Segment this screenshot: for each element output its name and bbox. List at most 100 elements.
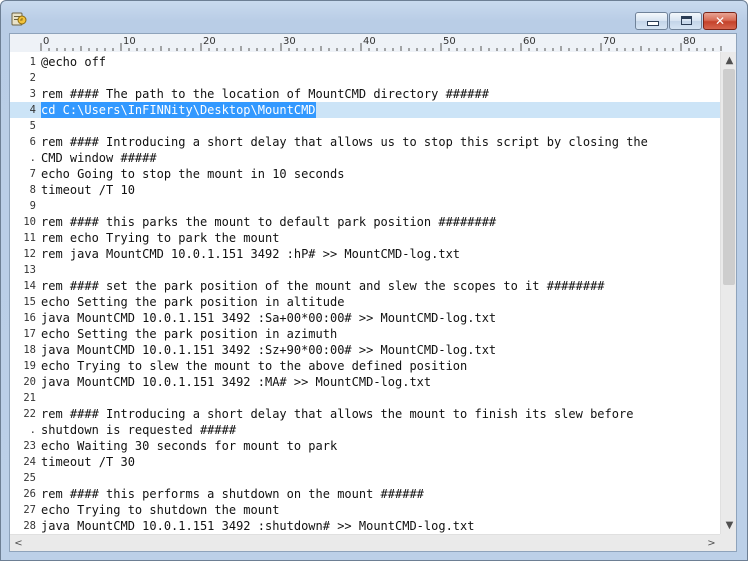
line-number: 4 (29, 104, 36, 116)
code-line[interactable]: 21 (10, 390, 720, 406)
line-text[interactable]: echo Trying to shutdown the mount (41, 502, 279, 518)
line-text[interactable]: java MountCMD 10.0.1.151 3492 :shutdown#… (41, 518, 474, 534)
line-number: 7 (29, 168, 36, 180)
code-line[interactable]: 20 java MountCMD 10.0.1.151 3492 :MA# >> … (10, 374, 720, 390)
line-number: 5 (29, 120, 36, 132)
line-text[interactable]: rem echo Trying to park the mount (41, 230, 279, 246)
line-number: . (29, 152, 36, 164)
line-number: 23 (23, 440, 36, 452)
line-number: 27 (23, 504, 36, 516)
code-line[interactable]: 3 rem #### The path to the location of Mo… (10, 86, 720, 102)
line-number: 28 (23, 520, 36, 532)
code-line[interactable]: 28 java MountCMD 10.0.1.151 3492 :shutdow… (10, 518, 720, 534)
ruler-label: 60 (523, 36, 536, 47)
code-line[interactable]: 10 rem #### this parks the mount to defau… (10, 214, 720, 230)
client-area: 0 10 20 30 40 50 60 70 80 1 @echo off 2 3 rem #### T… (9, 33, 737, 552)
scrollbar-corner (720, 534, 736, 551)
minimize-button[interactable] (635, 12, 668, 30)
line-number: 12 (23, 248, 36, 260)
code-line[interactable]: 8 timeout /T 10 (10, 182, 720, 198)
line-text[interactable]: shutdown is requested ##### (41, 422, 236, 438)
horizontal-scrollbar[interactable]: < > (10, 534, 720, 551)
line-text[interactable]: rem java MountCMD 10.0.1.151 3492 :hP# >… (41, 246, 460, 262)
line-text[interactable]: rem #### The path to the location of Mou… (41, 86, 489, 102)
line-text[interactable]: echo Waiting 30 seconds for mount to par… (41, 438, 337, 454)
maximize-icon (681, 16, 692, 25)
line-number: 21 (23, 392, 36, 404)
line-number: 13 (23, 264, 36, 276)
line-number: 20 (23, 376, 36, 388)
line-number: 25 (23, 472, 36, 484)
maximize-button[interactable] (669, 12, 702, 30)
code-line[interactable]: 9 (10, 198, 720, 214)
code-line[interactable]: 26 rem #### this performs a shutdown on t… (10, 486, 720, 502)
code-line[interactable]: 15 echo Setting the park position in alti… (10, 294, 720, 310)
line-text[interactable]: rem #### Introducing a short delay that … (41, 406, 633, 422)
code-line[interactable]: 12 rem java MountCMD 10.0.1.151 3492 :hP#… (10, 246, 720, 262)
ruler[interactable]: 0 10 20 30 40 50 60 70 80 (10, 34, 736, 53)
close-button[interactable]: ✕ (703, 12, 737, 30)
vertical-scroll-thumb[interactable] (723, 69, 735, 285)
line-text[interactable]: echo Setting the park position in azimut… (41, 326, 337, 342)
line-text[interactable]: timeout /T 10 (41, 182, 135, 198)
line-text[interactable]: echo Going to stop the mount in 10 secon… (41, 166, 344, 182)
scroll-right-icon[interactable]: > (703, 535, 720, 551)
editor-window: ✕ 0 10 20 30 40 50 60 70 80 1 @echo off 2 3 rem ####… (0, 0, 748, 561)
code-line[interactable]: 24 timeout /T 30 (10, 454, 720, 470)
line-text[interactable]: rem #### this performs a shutdown on the… (41, 486, 424, 502)
line-number: 11 (23, 232, 36, 244)
title-bar[interactable]: ✕ (1, 1, 747, 33)
code-line[interactable]: 7 echo Going to stop the mount in 10 seco… (10, 166, 720, 182)
code-line[interactable]: 23 echo Waiting 30 seconds for mount to p… (10, 438, 720, 454)
line-text[interactable]: rem #### Introducing a short delay that … (41, 134, 648, 150)
line-number: 17 (23, 328, 36, 340)
line-number: 14 (23, 280, 36, 292)
ruler-label: 20 (203, 36, 216, 47)
code-line[interactable]: 6 rem #### Introducing a short delay that… (10, 134, 720, 150)
line-text[interactable]: cd C:\Users\InFINNity\Desktop\MountCMD (41, 102, 316, 118)
code-line[interactable]: 17 echo Setting the park position in azim… (10, 326, 720, 342)
ruler-label: 50 (443, 36, 456, 47)
code-line[interactable]: 19 echo Trying to slew the mount to the a… (10, 358, 720, 374)
code-line[interactable]: 14 rem #### set the park position of the … (10, 278, 720, 294)
code-line[interactable]: . shutdown is requested ##### (10, 422, 720, 438)
line-text[interactable]: CMD window ##### (41, 150, 157, 166)
line-text[interactable]: @echo off (41, 54, 106, 70)
line-number: 22 (23, 408, 36, 420)
line-number: . (29, 424, 36, 436)
vertical-scrollbar[interactable]: ▲ ▼ (720, 52, 736, 534)
line-text[interactable]: echo Setting the park position in altitu… (41, 294, 344, 310)
line-text[interactable]: java MountCMD 10.0.1.151 3492 :MA# >> Mo… (41, 374, 431, 390)
line-number: 26 (23, 488, 36, 500)
app-icon[interactable] (11, 10, 27, 26)
ruler-label: 80 (683, 36, 696, 47)
line-text[interactable]: rem #### this parks the mount to default… (41, 214, 496, 230)
line-text[interactable]: echo Trying to slew the mount to the abo… (41, 358, 467, 374)
code-line[interactable]: 16 java MountCMD 10.0.1.151 3492 :Sa+00*0… (10, 310, 720, 326)
code-line[interactable]: 27 echo Trying to shutdown the mount (10, 502, 720, 518)
code-line[interactable]: 5 (10, 118, 720, 134)
code-line[interactable]: 22 rem #### Introducing a short delay tha… (10, 406, 720, 422)
scroll-up-icon[interactable]: ▲ (721, 52, 736, 69)
code-line[interactable]: . CMD window ##### (10, 150, 720, 166)
line-number: 15 (23, 296, 36, 308)
line-number: 3 (29, 88, 36, 100)
text-editor[interactable]: 1 @echo off 2 3 rem #### The path to the loc… (10, 52, 720, 534)
code-line[interactable]: 13 (10, 262, 720, 278)
close-icon: ✕ (714, 14, 726, 28)
scroll-left-icon[interactable]: < (10, 535, 27, 551)
line-number: 9 (29, 200, 36, 212)
code-line[interactable]: 1 @echo off (10, 54, 720, 70)
code-line[interactable]: 2 (10, 70, 720, 86)
code-line[interactable]: 25 (10, 470, 720, 486)
line-number: 24 (23, 456, 36, 468)
code-line[interactable]: 4 cd C:\Users\InFINNity\Desktop\MountCMD (10, 102, 720, 118)
ruler-label: 30 (283, 36, 296, 47)
line-text[interactable]: java MountCMD 10.0.1.151 3492 :Sz+90*00:… (41, 342, 496, 358)
scroll-down-icon[interactable]: ▼ (721, 517, 736, 534)
code-line[interactable]: 18 java MountCMD 10.0.1.151 3492 :Sz+90*0… (10, 342, 720, 358)
code-line[interactable]: 11 rem echo Trying to park the mount (10, 230, 720, 246)
line-text[interactable]: timeout /T 30 (41, 454, 135, 470)
line-text[interactable]: rem #### set the park position of the mo… (41, 278, 605, 294)
line-text[interactable]: java MountCMD 10.0.1.151 3492 :Sa+00*00:… (41, 310, 496, 326)
